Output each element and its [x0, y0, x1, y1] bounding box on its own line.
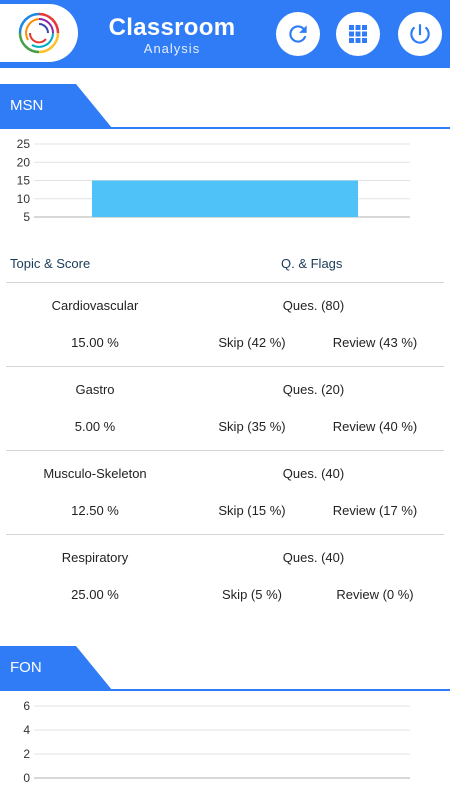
- skip-percent: Skip (5 %): [222, 587, 282, 602]
- app-subtitle: Analysis: [143, 41, 201, 56]
- bar: [92, 180, 358, 217]
- question-count: Ques. (80): [282, 298, 345, 313]
- y-tick-label: 10: [17, 192, 31, 206]
- topic-name: Respiratory: [61, 550, 129, 565]
- app-title: Classroom: [108, 14, 236, 41]
- column-headers: Topic & Score Q. & Flags: [0, 256, 450, 274]
- y-tick-label: 25: [17, 137, 31, 151]
- topic-name: Cardiovascular: [51, 298, 139, 313]
- question-count: Ques. (20): [282, 382, 345, 397]
- y-tick-label: 5: [23, 210, 30, 222]
- app-header: Classroom Analysis: [0, 0, 450, 68]
- question-count: Ques. (40): [282, 550, 345, 565]
- circular-rings-logo-icon: [18, 12, 60, 54]
- header-topic-score: Topic & Score: [10, 256, 91, 271]
- section-divider: [0, 127, 450, 129]
- skip-percent: Skip (42 %): [218, 335, 286, 350]
- skip-percent: Skip (15 %): [218, 503, 286, 518]
- grid-icon: [349, 25, 367, 43]
- topic-name: Gastro: [75, 382, 115, 397]
- topic-name: Musculo-Skeleton: [43, 466, 147, 481]
- table-row[interactable]: Musculo-Skeleton Ques. (40) 12.50 % Skip…: [6, 450, 444, 534]
- topic-score: 12.50 %: [71, 503, 119, 518]
- skip-percent: Skip (35 %): [218, 419, 286, 434]
- topic-score: 5.00 %: [74, 419, 116, 434]
- y-tick-label: 2: [23, 747, 30, 761]
- section-tab-fon[interactable]: FON: [0, 646, 112, 690]
- table-row[interactable]: Gastro Ques. (20) 5.00 % Skip (35 %) Rev…: [6, 366, 444, 450]
- title-block: Classroom Analysis: [100, 14, 244, 56]
- topic-score: 25.00 %: [71, 587, 119, 602]
- section-tab-msn[interactable]: MSN: [0, 84, 112, 128]
- refresh-icon: [289, 25, 307, 43]
- y-tick-label: 6: [23, 699, 30, 713]
- grid-menu-button[interactable]: [336, 12, 380, 56]
- review-percent: Review (40 %): [332, 419, 418, 434]
- y-tick-label: 20: [17, 155, 31, 169]
- review-percent: Review (43 %): [332, 335, 418, 350]
- topic-score: 15.00 %: [71, 335, 119, 350]
- review-percent: Review (0 %): [336, 587, 414, 602]
- fon-bar-chart: 0 2 4 6: [23, 699, 410, 785]
- question-count: Ques. (40): [282, 466, 345, 481]
- power-icon: [410, 24, 430, 44]
- y-tick-label: 15: [17, 174, 31, 188]
- section-divider: [0, 689, 450, 691]
- table-row[interactable]: Cardiovascular Ques. (80) 15.00 % Skip (…: [6, 282, 444, 366]
- power-button[interactable]: [398, 12, 442, 56]
- msn-bar-chart: 5 10 15 20 25: [17, 137, 410, 222]
- y-tick-label: 0: [23, 771, 30, 785]
- header-q-flags: Q. & Flags: [281, 256, 343, 271]
- review-percent: Review (17 %): [332, 503, 418, 518]
- table-row[interactable]: Respiratory Ques. (40) 25.00 % Skip (5 %…: [6, 534, 444, 618]
- refresh-button[interactable]: [276, 12, 320, 56]
- y-tick-label: 4: [23, 723, 30, 737]
- logo: [0, 4, 78, 62]
